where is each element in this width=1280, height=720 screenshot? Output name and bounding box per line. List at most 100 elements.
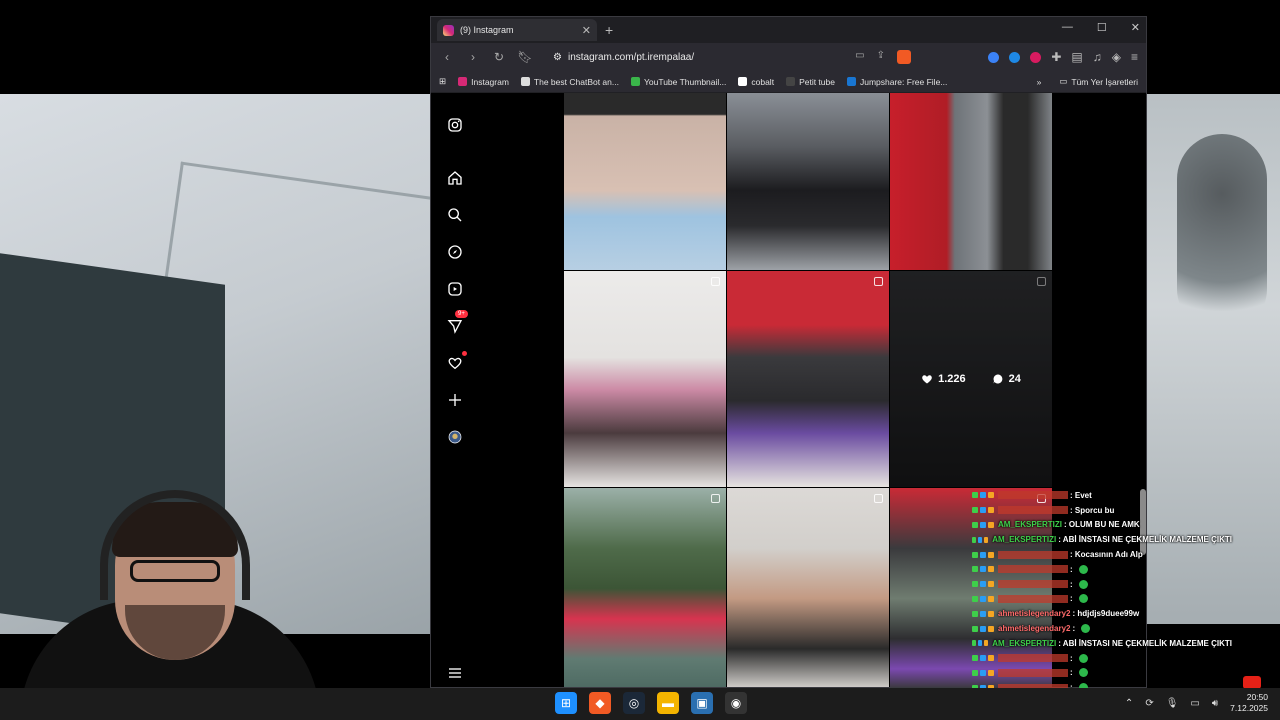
post-thumbnail[interactable] — [727, 271, 889, 487]
chat-badge-icon — [988, 595, 994, 602]
comments-count: 24 — [1008, 373, 1021, 385]
petit-tube-icon — [786, 77, 796, 86]
obs-icon[interactable]: ◉ — [725, 692, 747, 714]
carousel-icon — [874, 277, 883, 286]
menu-icon[interactable] — [445, 663, 465, 683]
stream-frame: (9) Instagram ✕ + — ☐ ✕ ‹ › ↻ 🔖︎ ⚙︎ inst… — [0, 0, 1280, 720]
chat-badge-icon — [988, 492, 994, 499]
bookmark-item[interactable]: The best ChatBot an... — [520, 76, 619, 87]
maximize-icon[interactable]: ☐ — [1097, 21, 1107, 34]
more-bookmarks-icon[interactable]: » — [1037, 77, 1042, 87]
chat-text: : Evet — [1070, 490, 1092, 500]
instagram-icon — [458, 77, 468, 86]
explore-icon[interactable] — [445, 242, 465, 262]
chat-username — [998, 491, 1068, 500]
post-thumbnail[interactable] — [727, 93, 889, 270]
carousel-icon — [711, 494, 720, 503]
post-thumbnail[interactable] — [727, 488, 889, 687]
close-icon[interactable]: ✕ — [582, 24, 591, 37]
chat-text: : hdjdjs9duee99w — [1072, 609, 1140, 619]
bookmarks-right: » ▭ Tüm Yer İşaretleri — [1037, 76, 1138, 87]
share-icon[interactable]: ⇪ — [877, 50, 885, 64]
start-icon[interactable]: ⊞ — [555, 692, 577, 714]
chat-message: : Sporcu bu — [972, 503, 1232, 518]
chevron-up-icon[interactable]: ⌃ — [1125, 698, 1133, 709]
microphone-icon[interactable]: 🎙︎ — [1166, 698, 1179, 709]
bookmark-label: The best ChatBot an... — [533, 76, 619, 87]
post-thumbnail[interactable] — [564, 93, 726, 270]
brave-icon[interactable]: ◆ — [589, 692, 611, 714]
messages-icon[interactable]: 9+ — [445, 310, 468, 336]
chat-badge-icon — [972, 507, 978, 514]
search-icon[interactable] — [445, 205, 465, 225]
reels-icon[interactable] — [445, 279, 465, 299]
bookmark-item[interactable]: Jumpshare: Free File... — [846, 77, 947, 87]
chat-badge-icon — [988, 581, 994, 588]
post-thumbnail-hovered[interactable]: 1.226 24 — [890, 271, 1052, 487]
tab-instagram[interactable]: (9) Instagram ✕ — [437, 19, 597, 41]
extension-icon[interactable] — [988, 51, 1000, 63]
sync-icon[interactable]: ⟳ — [1145, 698, 1153, 709]
sidebar-icon[interactable]: ▤ — [1071, 50, 1082, 64]
chat-badge-icon — [988, 610, 994, 617]
url-text[interactable]: instagram.com/pt.irempalaa/ — [568, 52, 849, 63]
steam-icon[interactable]: ◎ — [623, 692, 645, 714]
chat-badge-icon — [972, 566, 978, 573]
bookmark-item[interactable]: Petit tube — [786, 77, 835, 87]
chat-badge-icon — [984, 640, 989, 647]
chat-username — [998, 580, 1068, 589]
profile-icon[interactable] — [445, 427, 465, 447]
thumbnail-icon — [630, 77, 640, 86]
chat-text: : ABİ İNSTASI NE ÇEKMELİK MALZEME ÇIKTI — [1058, 638, 1232, 648]
chat-badge-icon — [988, 521, 994, 528]
jumpshare-icon — [846, 77, 856, 86]
chat-badge-icon — [980, 581, 986, 588]
network-icon[interactable]: ▭ — [1190, 698, 1199, 709]
extension-icon[interactable] — [1009, 51, 1021, 63]
photos-icon[interactable]: ▣ — [691, 692, 713, 714]
puzzle-icon[interactable]: ✚ — [1051, 50, 1061, 64]
bookmark-icon[interactable]: 🔖︎ — [517, 50, 533, 64]
chat-badge-icon — [978, 640, 983, 647]
forward-icon[interactable]: › — [465, 50, 481, 64]
minimize-icon[interactable]: — — [1062, 21, 1073, 34]
reload-icon[interactable]: ↻ — [491, 50, 507, 64]
system-tray: ⌃ ⟳ 🎙︎ ▭ 🔊︎ 20:50 7.12.2025 — [1125, 692, 1268, 714]
emote-icon — [1078, 579, 1088, 589]
notification-dot — [462, 351, 467, 356]
post-thumbnail[interactable] — [890, 93, 1052, 270]
post-thumbnail[interactable] — [564, 488, 726, 687]
chat-username — [998, 668, 1068, 677]
address-bar[interactable]: ⚙︎ instagram.com/pt.irempalaa/ ▭ ⇪ — [547, 47, 917, 67]
bookmark-item[interactable]: cobalt — [738, 77, 774, 87]
instagram-logo-icon[interactable] — [445, 115, 465, 135]
brave-shields-icon[interactable] — [897, 50, 911, 64]
cast-icon[interactable]: ▭ — [855, 50, 864, 64]
chat-text: : — [1072, 624, 1076, 634]
back-icon[interactable]: ‹ — [439, 50, 455, 64]
new-tab-button[interactable]: + — [605, 22, 613, 38]
vpn-icon[interactable]: ◈ — [1112, 50, 1121, 64]
file-explorer-icon[interactable]: ▬ — [657, 692, 679, 714]
close-window-icon[interactable]: ✕ — [1131, 21, 1140, 34]
clock[interactable]: 20:50 7.12.2025 — [1230, 692, 1268, 714]
volume-icon[interactable]: 🔊︎ — [1212, 698, 1218, 709]
notifications-icon[interactable] — [445, 351, 467, 373]
menu-icon[interactable]: ≡ — [1131, 50, 1138, 64]
chat-badge-icon — [972, 595, 978, 602]
music-icon[interactable]: ♫ — [1093, 50, 1102, 64]
home-icon[interactable] — [445, 168, 465, 188]
create-icon[interactable] — [445, 390, 465, 410]
chat-text: : — [1070, 653, 1073, 663]
extension-icon[interactable] — [1030, 51, 1042, 63]
chat-username — [998, 565, 1068, 574]
stream-chat-overlay: : Evet: Sporcu bu AM_EKSPERTIZI: OLUM BU … — [972, 488, 1232, 720]
site-info-icon[interactable]: ⚙︎ — [553, 52, 562, 63]
post-thumbnail[interactable] — [564, 271, 726, 487]
chat-badge-icon — [972, 536, 977, 543]
chat-badge-icon — [980, 551, 986, 558]
bookmark-item[interactable]: YouTube Thumbnail... — [630, 77, 726, 87]
all-bookmarks-folder[interactable]: ▭ Tüm Yer İşaretleri — [1059, 76, 1138, 87]
bookmark-item[interactable]: Instagram — [458, 77, 509, 87]
apps-grid-icon[interactable]: ⊞ — [439, 76, 446, 87]
